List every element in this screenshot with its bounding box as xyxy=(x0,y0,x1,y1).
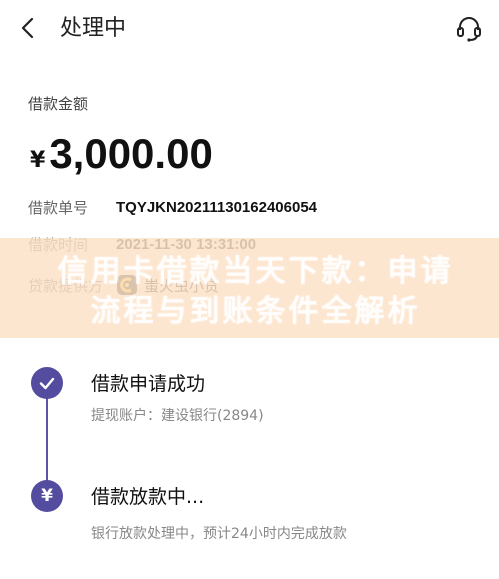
page-title: 处理中 xyxy=(60,16,127,41)
loan-time-value: 2021-11-30 13:31:00 xyxy=(116,235,257,253)
chevron-left-icon[interactable] xyxy=(14,14,42,42)
loan-time-label: 借款时间 xyxy=(28,235,89,254)
step-disbursing-circle: ¥ xyxy=(31,480,63,512)
provider-logo-icon xyxy=(117,275,137,295)
step-1-subtitle: 提现账户：建设银行(2894) xyxy=(91,408,264,424)
check-icon xyxy=(39,377,55,390)
order-number-value: TQYJKN20211130162406054 xyxy=(116,198,318,216)
step-1-title: 借款申请成功 xyxy=(91,373,206,395)
provider-row: 贷款提供方 蚩火虫小贷 xyxy=(28,273,219,297)
yuan-icon: ¥ xyxy=(41,486,53,506)
amount-label: 借款金额 xyxy=(28,95,89,113)
loan-amount: ¥ 3,000.00 xyxy=(30,127,213,181)
provider-label: 贷款提供方 xyxy=(28,276,104,295)
amount-value: 3,000.00 xyxy=(49,130,213,177)
order-number-row: 借款单号 TQYJKN20211130162406054 xyxy=(28,195,317,219)
provider: 蚩火虫小贷 xyxy=(116,274,219,296)
header: 处理中 xyxy=(0,0,499,60)
provider-name: 蚩火虫小贷 xyxy=(144,276,220,295)
step-success-circle xyxy=(31,367,63,399)
step-2-title: 借款放款中... xyxy=(91,486,205,508)
order-number-label: 借款单号 xyxy=(28,198,89,217)
customer-service-icon[interactable] xyxy=(453,13,485,45)
step-2-subtitle: 银行放款处理中，预计24小时内完成放款 xyxy=(91,526,347,542)
loan-time-row: 借款时间 2021-11-30 13:31:00 xyxy=(28,232,256,256)
currency-symbol: ¥ xyxy=(30,148,46,173)
